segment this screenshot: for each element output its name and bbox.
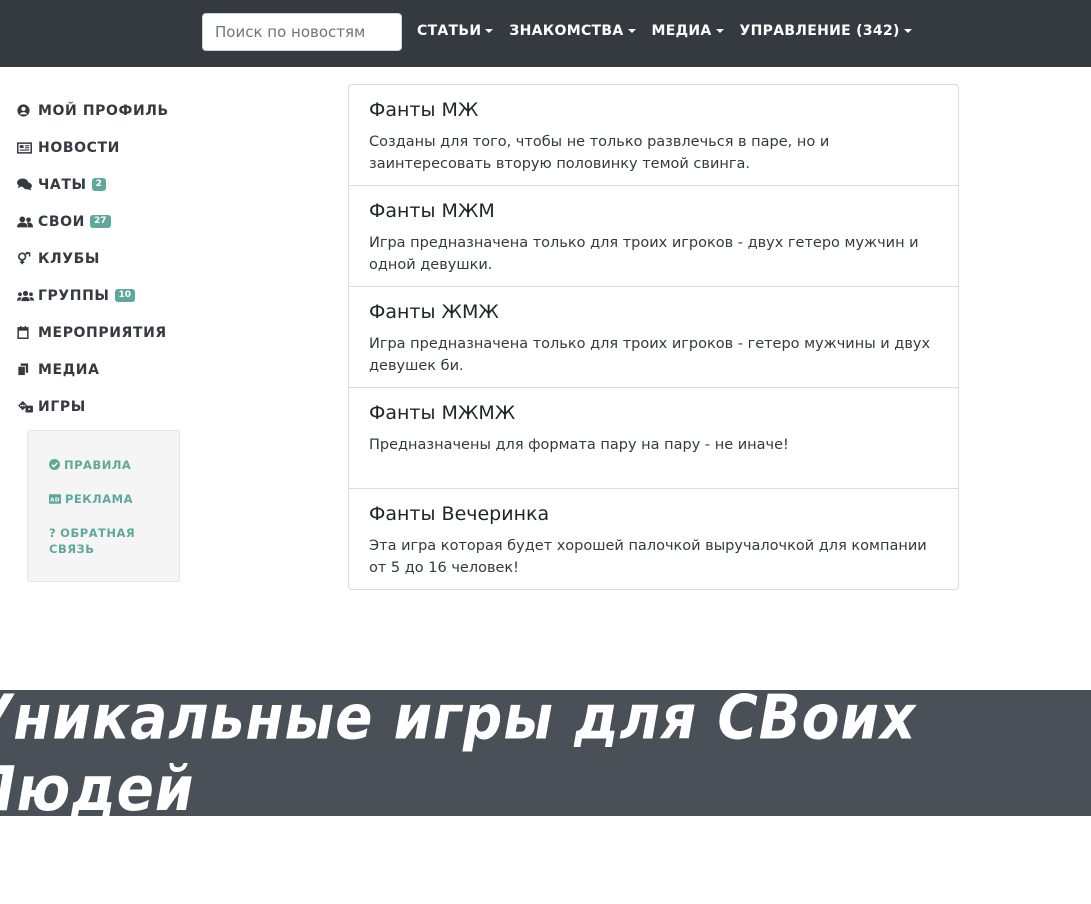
sidebar-item-label: КЛУБЫ xyxy=(38,250,101,267)
game-title: Фанты МЖ xyxy=(369,99,479,121)
sidebar-item-groups[interactable]: ГРУППЫ 10 xyxy=(17,277,217,314)
comments-icon xyxy=(17,178,34,191)
game-title: Фанты ЖМЖ xyxy=(369,301,499,323)
sidebar-item-media[interactable]: МЕДИА xyxy=(17,351,217,388)
promo-banner: Уникальные игры для СВоих Людей xyxy=(0,681,1091,825)
rules-label: ПРАВИЛА xyxy=(64,458,132,472)
dice-icon xyxy=(17,400,34,413)
game-title: Фанты МЖМЖ xyxy=(369,402,516,424)
secondary-links-panel: ПРАВИЛА AD РЕКЛАМА ? ОБРАТНАЯ СВЯЗЬ xyxy=(27,430,180,582)
game-title: Фанты Вечеринка xyxy=(369,503,550,525)
main-nav: СТАТЬИ ЗНАКОМСТВА МЕДИА УПРАВЛЕНИЕ (342) xyxy=(417,23,928,39)
user-circle-icon xyxy=(17,104,34,117)
game-description: Предназначены для формата пару на пару -… xyxy=(369,437,789,453)
calendar-icon xyxy=(17,326,34,339)
game-description: Эта игра которая будет хорошей палочкой … xyxy=(369,538,927,576)
sidebar-item-label: МЕРОПРИЯТИЯ xyxy=(38,324,167,341)
nav-label: МЕДИА xyxy=(651,23,712,39)
svg-text:AD: AD xyxy=(50,498,60,504)
chats-count-badge: 2 xyxy=(91,178,106,191)
caret-down-icon xyxy=(627,29,636,33)
sidebar-item-clubs[interactable]: КЛУБЫ xyxy=(17,240,217,277)
nav-label: ЗНАКОМСТВА xyxy=(509,23,624,39)
search-input[interactable] xyxy=(202,13,402,51)
users-icon xyxy=(17,215,34,228)
game-title: Фанты МЖМ xyxy=(369,200,495,222)
question-icon: ? xyxy=(49,526,57,540)
sidebar-item-label: ЧАТЫ xyxy=(38,176,87,193)
nav-label: УПРАВЛЕНИЕ (342) xyxy=(739,23,900,39)
copy-icon xyxy=(17,363,34,376)
nav-management[interactable]: УПРАВЛЕНИЕ (342) xyxy=(740,23,912,39)
game-description: Созданы для того, чтобы не только развле… xyxy=(369,134,830,172)
nav-dating[interactable]: ЗНАКОМСТВА xyxy=(509,23,636,39)
feedback-link[interactable]: ? ОБРАТНАЯ СВЯЗЬ xyxy=(49,525,179,557)
list-item[interactable]: Фанты Вечеринка Эта игра которая будет х… xyxy=(349,489,958,589)
rules-link[interactable]: ПРАВИЛА xyxy=(49,457,179,473)
groups-count-badge: 10 xyxy=(114,289,136,302)
feedback-label: ОБРАТНАЯ СВЯЗЬ xyxy=(49,526,136,556)
advertising-link[interactable]: AD РЕКЛАМА xyxy=(49,491,179,507)
check-circle-icon xyxy=(49,458,60,472)
list-item[interactable]: Фанты ЖМЖ Игра предназначена только для … xyxy=(349,287,958,388)
sidebar-item-chats[interactable]: ЧАТЫ 2 xyxy=(17,166,217,203)
banner-heading: Уникальные игры для СВоих Людей xyxy=(0,681,917,825)
caret-down-icon xyxy=(903,29,912,33)
sidebar-item-label: ИГРЫ xyxy=(38,398,86,415)
nav-media[interactable]: МЕДИА xyxy=(652,23,724,39)
sidebar: МОЙ ПРОФИЛЬ НОВОСТИ ЧАТЫ 2 СВОИ 27 КЛУБЫ… xyxy=(17,92,217,425)
sidebar-item-games[interactable]: ИГРЫ xyxy=(17,388,217,425)
advertising-label: РЕКЛАМА xyxy=(65,492,133,506)
caret-down-icon xyxy=(715,29,724,33)
group-icon xyxy=(17,290,34,302)
sidebar-item-profile[interactable]: МОЙ ПРОФИЛЬ xyxy=(17,92,217,129)
games-list: Фанты МЖ Созданы для того, чтобы не толь… xyxy=(348,84,959,590)
top-navbar: СТАТЬИ ЗНАКОМСТВА МЕДИА УПРАВЛЕНИЕ (342) xyxy=(0,0,1091,67)
list-item[interactable]: Фанты МЖМ Игра предназначена только для … xyxy=(349,186,958,287)
sidebar-item-label: ГРУППЫ xyxy=(38,287,110,304)
gender-icon xyxy=(17,252,34,265)
sidebar-item-label: СВОИ xyxy=(38,213,85,230)
game-description: Игра предназначена только для троих игро… xyxy=(369,336,931,374)
nav-label: СТАТЬИ xyxy=(417,23,482,39)
sidebar-item-friends[interactable]: СВОИ 27 xyxy=(17,203,217,240)
sidebar-item-label: НОВОСТИ xyxy=(38,139,120,156)
list-item[interactable]: Фанты МЖМЖ Предназначены для формата пар… xyxy=(349,388,958,489)
game-description: Игра предназначена только для троих игро… xyxy=(369,235,919,273)
caret-down-icon xyxy=(485,29,494,33)
ad-icon: AD xyxy=(49,492,61,506)
list-item[interactable]: Фанты МЖ Созданы для того, чтобы не толь… xyxy=(349,85,958,186)
friends-count-badge: 27 xyxy=(89,215,111,228)
sidebar-item-events[interactable]: МЕРОПРИЯТИЯ xyxy=(17,314,217,351)
sidebar-item-label: МОЙ ПРОФИЛЬ xyxy=(38,102,169,119)
nav-articles[interactable]: СТАТЬИ xyxy=(417,23,494,39)
sidebar-item-label: МЕДИА xyxy=(38,361,100,378)
newspaper-icon xyxy=(17,141,34,154)
sidebar-item-news[interactable]: НОВОСТИ xyxy=(17,129,217,166)
